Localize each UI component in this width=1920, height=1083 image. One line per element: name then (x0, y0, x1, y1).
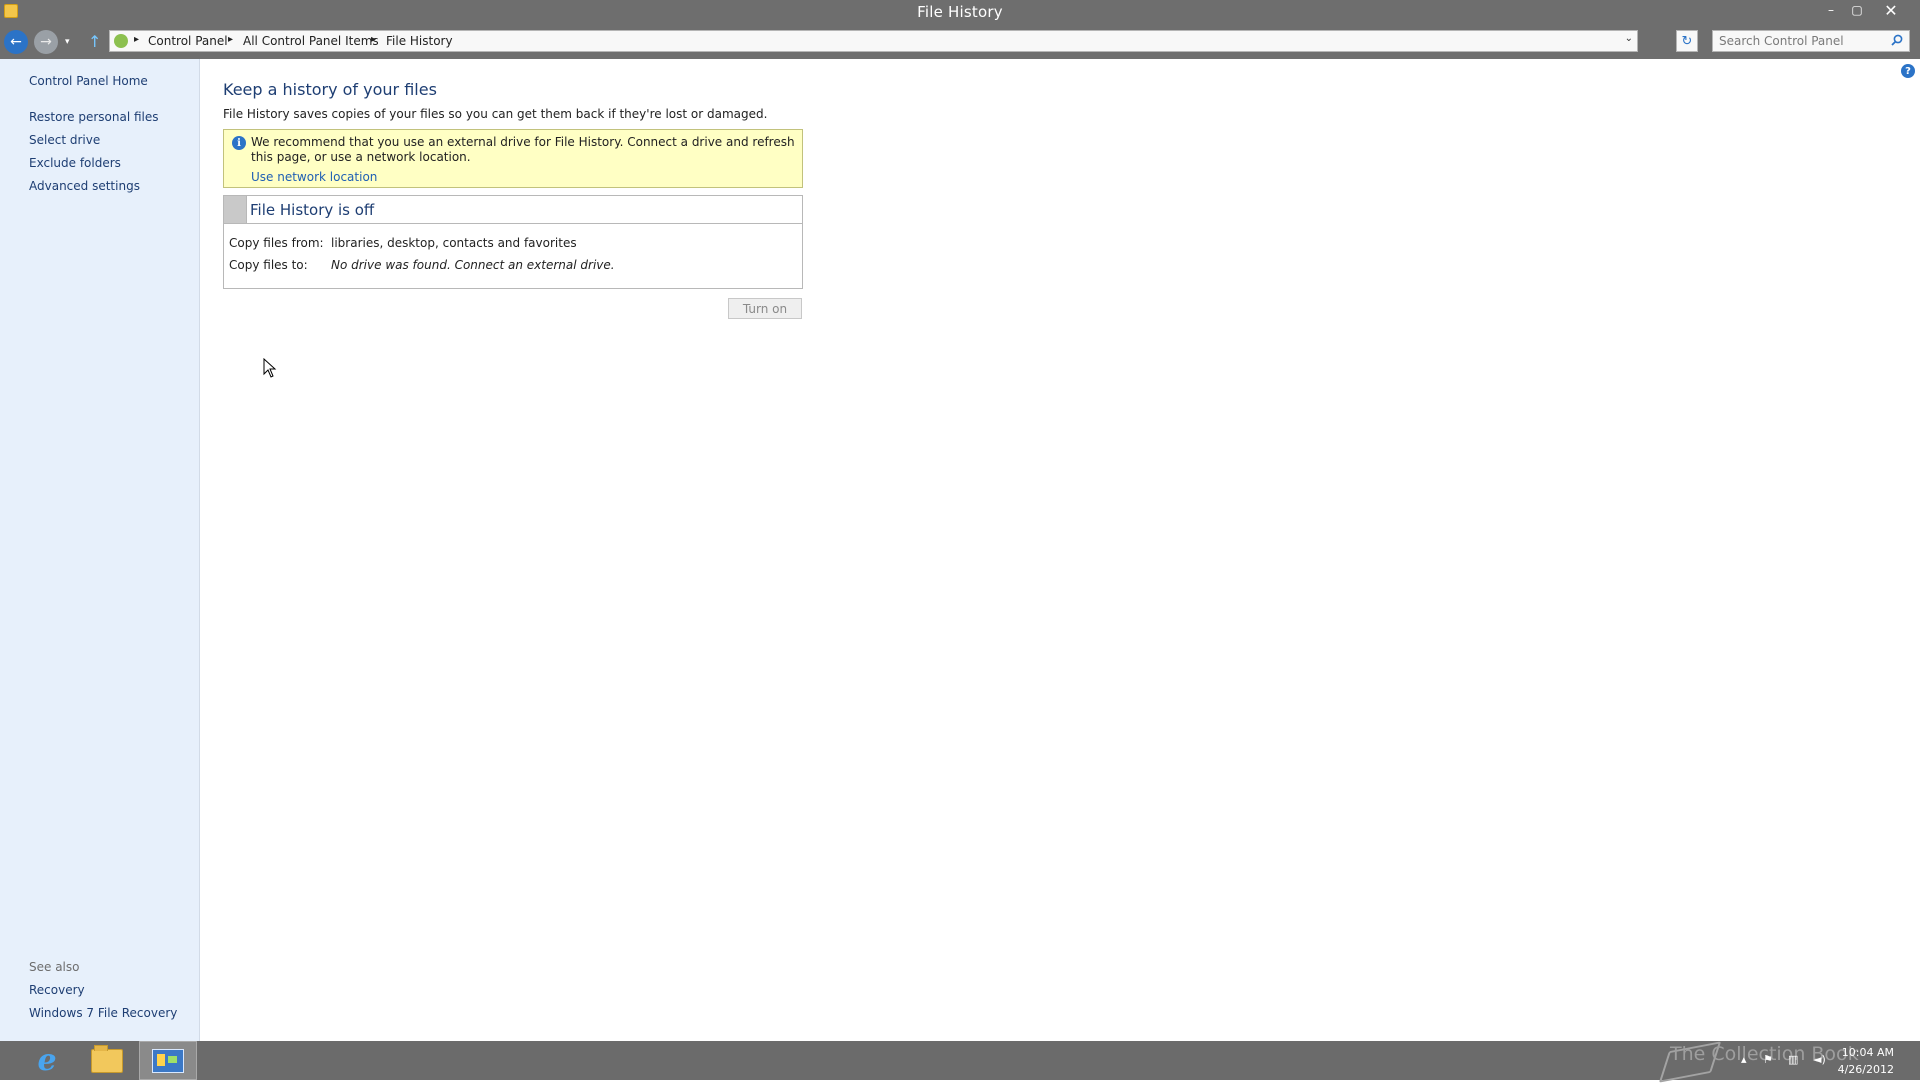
use-network-location-link[interactable]: Use network location (251, 170, 377, 184)
copy-to-label: Copy files to: (229, 258, 308, 272)
mouse-cursor-icon (263, 357, 277, 382)
help-icon[interactable]: ? (1901, 64, 1915, 78)
search-box[interactable] (1712, 30, 1910, 52)
control-panel-icon (152, 1048, 184, 1073)
taskbar-internet-explorer[interactable]: e (18, 1041, 76, 1080)
copy-from-label: Copy files from: (229, 236, 324, 250)
infobar-message: We recommend that you use an external dr… (251, 135, 795, 164)
navigation-bar: ← → ▾ ↑ ▸ Control Panel ▸ All Control Pa… (0, 24, 1920, 59)
search-icon[interactable] (1891, 34, 1903, 49)
info-icon: i (232, 136, 246, 150)
back-arrow-icon: ← (10, 34, 22, 50)
maximize-button[interactable]: ▢ (1844, 0, 1870, 20)
internet-explorer-icon: e (37, 1043, 57, 1078)
breadcrumb-file-history[interactable]: File History (386, 34, 453, 48)
control-panel-icon (114, 34, 128, 48)
forward-button[interactable]: → (34, 30, 58, 54)
address-dropdown-icon[interactable]: ⌄ (1625, 33, 1633, 44)
close-icon: ✕ (1884, 0, 1898, 20)
search-input[interactable] (1719, 33, 1879, 49)
exclude-folders-link[interactable]: Exclude folders (29, 156, 121, 170)
title-bar: File History – ▢ ✕ (0, 0, 1920, 24)
copy-to-value: No drive was found. Connect an external … (331, 258, 615, 272)
taskbar: e (0, 1041, 1920, 1080)
recovery-link[interactable]: Recovery (29, 983, 85, 997)
network-icon[interactable]: ▥ (1788, 1053, 1798, 1066)
breadcrumb-separator-icon[interactable]: ▸ (134, 34, 139, 45)
breadcrumb-all-items[interactable]: All Control Panel Items (243, 34, 379, 48)
page-title: Keep a history of your files (223, 80, 437, 99)
restore-personal-files-link[interactable]: Restore personal files (29, 110, 159, 124)
turn-on-button[interactable]: Turn on (728, 298, 802, 319)
task-pane: Control Panel Home Restore personal file… (0, 59, 200, 1041)
windows-7-file-recovery-link[interactable]: Windows 7 File Recovery (29, 1006, 177, 1020)
minimize-button[interactable]: – (1818, 0, 1844, 20)
file-history-status-panel: File History is off Copy files from: lib… (223, 195, 803, 289)
status-indicator (224, 196, 247, 223)
show-hidden-icons-icon[interactable]: ▴ (1741, 1053, 1747, 1066)
recommendation-infobar: i We recommend that you use an external … (223, 129, 803, 188)
breadcrumb-separator-icon[interactable]: ▸ (228, 34, 233, 45)
window-title: File History (917, 3, 1003, 21)
back-button[interactable]: ← (4, 30, 28, 54)
taskbar-file-explorer[interactable] (78, 1041, 136, 1080)
status-header: File History is off (224, 196, 802, 224)
forward-arrow-icon: → (40, 34, 52, 50)
taskbar-control-panel[interactable] (139, 1041, 197, 1080)
recent-locations-button[interactable]: ▾ (65, 37, 70, 47)
maximize-icon: ▢ (1851, 3, 1863, 17)
minimize-icon: – (1828, 3, 1834, 17)
breadcrumb-control-panel[interactable]: Control Panel (148, 34, 228, 48)
clock-date[interactable]: 4/26/2012 (1820, 1063, 1894, 1076)
breadcrumb-separator-icon[interactable]: ▸ (371, 34, 376, 45)
address-bar[interactable]: ▸ Control Panel ▸ All Control Panel Item… (109, 30, 1638, 52)
control-panel-home-link[interactable]: Control Panel Home (29, 74, 148, 88)
refresh-button[interactable]: ↻ (1676, 30, 1698, 52)
select-drive-link[interactable]: Select drive (29, 133, 100, 147)
status-title: File History is off (250, 201, 375, 219)
see-also-label: See also (29, 960, 80, 974)
folder-icon (91, 1044, 123, 1073)
page-description: File History saves copies of your files … (223, 107, 768, 121)
copy-from-value: libraries, desktop, contacts and favorit… (331, 236, 577, 250)
clock-time[interactable]: 10:04 AM (1820, 1046, 1894, 1059)
refresh-icon: ↻ (1681, 33, 1693, 49)
close-button[interactable]: ✕ (1870, 0, 1912, 20)
action-center-flag-icon[interactable]: ⚑ (1763, 1053, 1773, 1066)
advanced-settings-link[interactable]: Advanced settings (29, 179, 140, 193)
up-button[interactable]: ↑ (88, 32, 101, 51)
